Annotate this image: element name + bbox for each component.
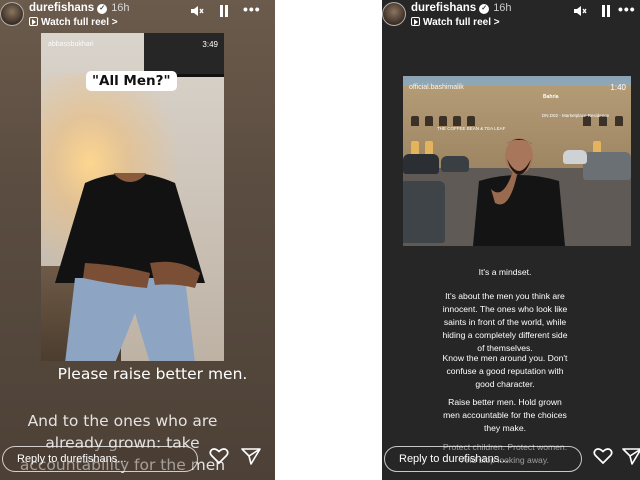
video-duration: 3:49 — [202, 40, 218, 49]
story-panel-right: durefishans✓16h Watch full reel > ••• — [382, 0, 640, 480]
parked-car — [441, 156, 469, 172]
time-ago: 16h — [493, 2, 512, 14]
video-duration: 1:40 — [610, 83, 626, 92]
username-text[interactable]: durefishans — [29, 2, 94, 14]
heart-icon[interactable] — [593, 447, 613, 470]
story-paragraph: Know the men around you. Don't confuse a… — [442, 353, 568, 389]
shop-sign: THE COFFEE BEAN & TEA LEAF — [437, 126, 506, 131]
reel-play-icon — [29, 17, 38, 26]
building-sign: DN.D02 - Marketplace Residence — [542, 113, 610, 118]
verified-badge-icon: ✓ — [97, 4, 108, 14]
verified-badge-icon: ✓ — [479, 4, 490, 14]
speaker-figure — [473, 138, 565, 246]
chevron-right-icon: > — [493, 17, 500, 28]
video-handle[interactable]: abbassbukhari — [48, 41, 94, 48]
send-icon[interactable] — [622, 447, 640, 470]
video-caption: "All Men?" — [86, 71, 177, 91]
watch-full-reel-link[interactable]: Watch full reel > — [411, 17, 500, 28]
building-sign: Bahria — [543, 94, 559, 100]
username[interactable]: durefishans ✓ 16h — [29, 2, 130, 14]
story-paragraph: Raise better men. Hold grown men account… — [443, 397, 567, 433]
watch-full-reel-link[interactable]: Watch full reel > — [29, 17, 118, 28]
story-panel-left: durefishans ✓ 16h Watch full reel > ••• ab… — [0, 0, 275, 480]
parked-car — [403, 154, 439, 174]
reply-input[interactable]: Reply to durefishans... — [2, 446, 198, 472]
pause-icon[interactable] — [600, 4, 612, 18]
time-ago: 16h — [111, 2, 130, 14]
avatar[interactable] — [0, 2, 24, 26]
heart-icon[interactable] — [209, 447, 229, 470]
speaker-muted-icon[interactable] — [573, 4, 587, 18]
story-header: durefishans ✓ 16h Watch full reel > ••• — [382, 0, 640, 34]
watch-full-reel-label: Watch full reel — [41, 17, 109, 28]
embedded-reel-video[interactable]: abbassbukhari 3:49 "All Men?" — [41, 33, 224, 361]
more-options-icon[interactable]: ••• — [243, 2, 261, 16]
more-options-icon[interactable]: ••• — [618, 2, 636, 16]
watch-full-reel-label: Watch full reel — [423, 17, 491, 28]
chevron-right-icon: > — [111, 17, 118, 28]
parked-car — [403, 181, 445, 243]
send-icon[interactable] — [241, 447, 261, 470]
video-handle[interactable]: official.bashimalik — [409, 84, 464, 91]
reply-input[interactable]: Reply to durefishans... — [384, 446, 582, 472]
speaker-muted-icon[interactable] — [190, 4, 204, 18]
reel-play-icon — [411, 17, 420, 26]
pause-icon[interactable] — [218, 4, 230, 18]
story-paragraph: It's a mindset. — [478, 267, 532, 277]
avatar[interactable] — [382, 2, 406, 26]
parked-car — [583, 152, 631, 180]
username-text[interactable]: durefishans — [411, 2, 476, 14]
story-text-line1: Please raise better men. — [57, 365, 248, 383]
username[interactable]: durefishans ✓ 16h — [411, 2, 512, 14]
speaker-figure — [55, 173, 205, 361]
embedded-reel-video[interactable]: official.bashimalik 1:40 Bahria DN.D02 -… — [403, 76, 631, 246]
story-header: durefishans ✓ 16h Watch full reel > ••• — [0, 0, 275, 34]
story-paragraph: It's about the men you think are innocen… — [442, 291, 568, 353]
